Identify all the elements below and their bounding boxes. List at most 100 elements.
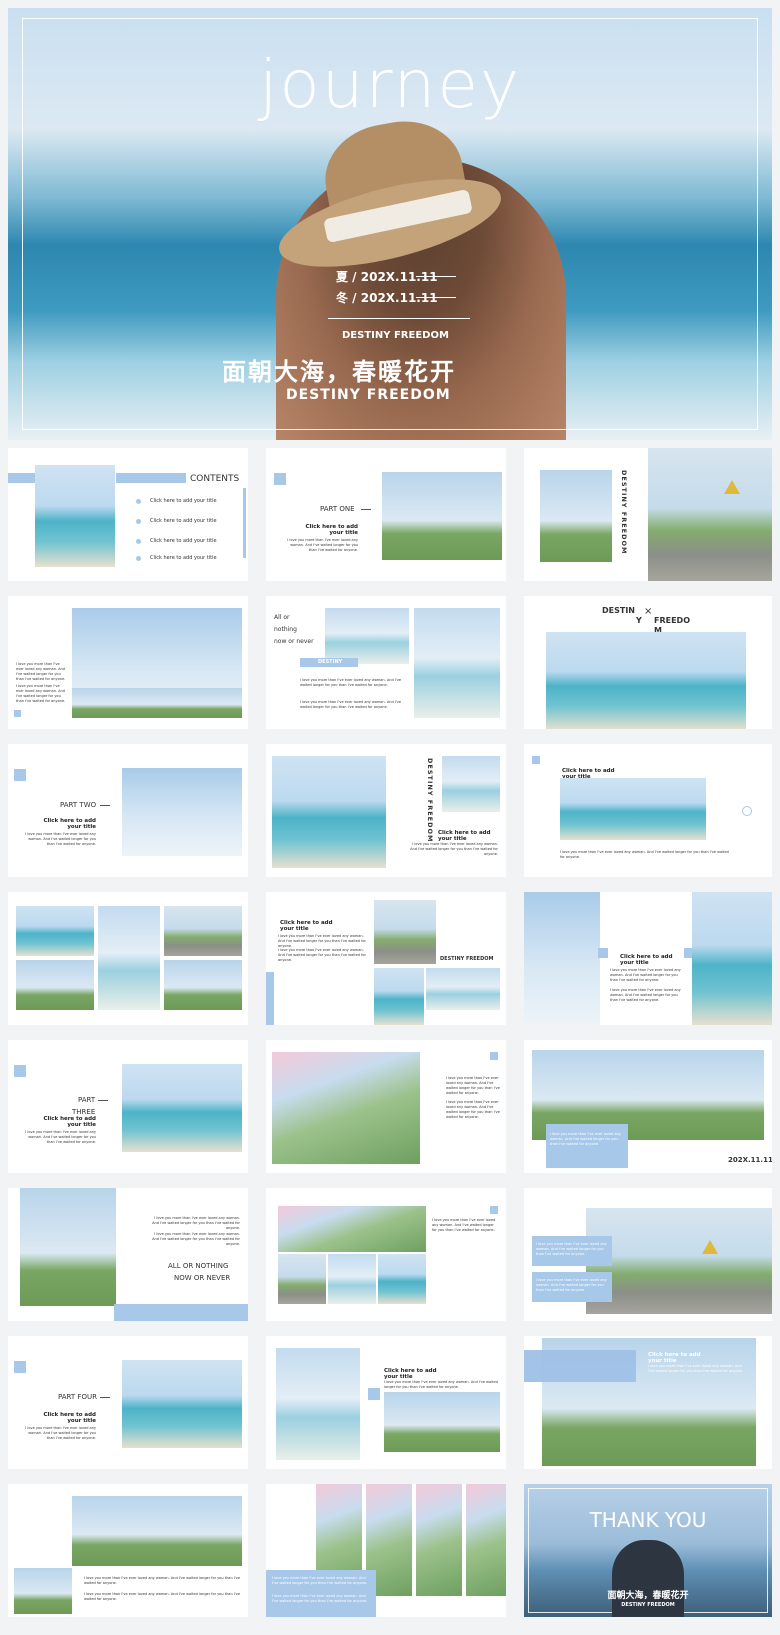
photo-sea-feet: [35, 465, 115, 567]
contents-item[interactable]: Click here to add your title: [150, 518, 217, 525]
phrase-line: nothing: [274, 626, 297, 633]
thank-you-english: DESTINY FREEDOM: [621, 1602, 675, 1608]
slide-part-two: PART TWO Click here to add your title I …: [8, 744, 248, 877]
photo-hill-strip: [416, 1484, 462, 1596]
click-title[interactable]: Click here to add your title: [384, 1368, 444, 1380]
slide-road-boxes: I love you more than I've ever loved any…: [524, 1188, 772, 1321]
arrow-circle-icon[interactable]: [742, 806, 752, 816]
cover-slide: journey 夏 / 202X.11.11 冬 / 202X.11.11 DE…: [8, 8, 772, 440]
photo-road-sign: [648, 448, 772, 581]
photo-open-sea: [272, 756, 386, 868]
accent-square: [490, 1206, 498, 1214]
accent-square: [532, 756, 540, 764]
slide-contents: CONTENTS Click here to add your title Cl…: [8, 448, 248, 581]
slide-gallery: [8, 892, 248, 1025]
slide-part-three: PART THREE Click here to add your title …: [8, 1040, 248, 1173]
body-text: I love you more than I've ever loved any…: [432, 1218, 496, 1232]
body-text: I love you more than I've ever loved any…: [446, 1076, 500, 1095]
slide-date: 202X.11.11: [728, 1156, 772, 1164]
photo-hill-strip: [466, 1484, 506, 1596]
slide-collage-row: I love you more than I've ever loved any…: [266, 1188, 506, 1321]
cover-subtitle: DESTINY FREEDOM: [342, 330, 449, 341]
body-text: I love you more than I've ever loved any…: [648, 1364, 744, 1373]
photo-street: [122, 768, 242, 856]
click-title[interactable]: Click here to add your title: [304, 524, 358, 536]
photo-grass-house: [384, 1392, 500, 1452]
click-title[interactable]: Click here to add your title: [42, 1116, 96, 1128]
slide-part-four: PART FOUR Click here to add your title I…: [8, 1336, 248, 1469]
body-text: I love you more than I've ever loved any…: [560, 850, 729, 859]
body-text: I love you more than I've ever loved any…: [287, 538, 358, 552]
accent-bar: [266, 972, 274, 1025]
photo-person-shore: [98, 906, 160, 1010]
accent-bar: [8, 473, 36, 483]
destiny-text-end: Y: [636, 616, 642, 625]
body-text: I love you more than I've ever loved any…: [25, 1130, 96, 1144]
thank-you-title: THANK YOU: [589, 1508, 707, 1532]
phrase-line: NOW OR NEVER: [174, 1274, 231, 1282]
photo-shore: [328, 1254, 376, 1304]
click-title[interactable]: Click here to add your title: [42, 1412, 96, 1424]
title-dash: [361, 509, 371, 510]
contents-item[interactable]: Click here to add your title: [150, 538, 217, 545]
bullet-icon: [136, 519, 141, 524]
photo-grass-wide: [72, 1496, 242, 1566]
date-line: [416, 276, 456, 277]
contents-item[interactable]: Click here to add your title: [150, 555, 217, 562]
photo-reeds-small: [14, 1568, 72, 1614]
accent-box: [524, 1350, 636, 1382]
slide-hill-strips: I love you more than I've ever loved any…: [266, 1484, 506, 1617]
click-title[interactable]: Click here to add your title: [438, 830, 498, 842]
body-text: I love you more than I've ever loved any…: [278, 934, 366, 948]
date-line: [416, 297, 456, 298]
phrase-line: All or: [274, 614, 290, 621]
body-text: I love you more than I've ever loved any…: [278, 948, 366, 962]
slide-sky: I love you more than I've ever loved any…: [8, 596, 248, 729]
photo-grass-house: [382, 472, 502, 560]
photo-calm-sea: [122, 1360, 242, 1448]
thank-you-chinese: 面朝大海，春暖花开: [607, 1591, 689, 1601]
photo-tropical-beach: [546, 632, 746, 729]
click-title[interactable]: Click here to add your title: [648, 1352, 708, 1364]
title-dash: [100, 805, 110, 806]
freedom-text: FREEDO: [654, 616, 690, 625]
accent-bar: [116, 473, 186, 483]
slide-part-one: PART ONE Click here to add your title I …: [266, 448, 506, 581]
body-text: I love you more than I've ever loved any…: [384, 1380, 498, 1389]
contents-item[interactable]: Click here to add your title: [150, 498, 217, 505]
bullet-icon: [136, 539, 141, 544]
phrase-line: ALL OR NOTHING: [168, 1262, 229, 1270]
click-title[interactable]: Click here to add your title: [620, 954, 680, 966]
photo-road: [278, 1254, 326, 1304]
photo-road-sign: [374, 900, 436, 964]
slide-destiny-collage: Click here to add your title I love you …: [266, 892, 506, 1025]
body-text: I love you more than I've ever loved any…: [16, 684, 66, 703]
destiny-label: DESTINY FREEDOM: [440, 956, 494, 962]
accent-square: [274, 473, 286, 485]
body-text: I love you more than I've ever loved any…: [152, 1232, 240, 1246]
body-text: I love you more than I've ever loved any…: [536, 1242, 607, 1256]
slide-overlap-box: Click here to add your title I love you …: [524, 1336, 772, 1469]
click-title[interactable]: Click here to add your title: [42, 818, 96, 830]
slide-green-hill: I love you more than I've ever loved any…: [266, 1040, 506, 1173]
photo-driftwood: [16, 906, 94, 956]
body-text: I love you more than I've ever loved any…: [16, 662, 66, 681]
click-title[interactable]: Click here to add your title: [280, 920, 340, 932]
bullet-icon: [136, 499, 141, 504]
photo-sea-feet: [374, 968, 424, 1025]
body-text: I love you more than I've ever loved any…: [272, 1576, 368, 1585]
part-four-title: PART FOUR: [58, 1393, 97, 1401]
phrase-line: now or never: [274, 638, 314, 645]
body-text: I love you more than I've ever loved any…: [25, 1426, 96, 1440]
slide-all-or-nothing-2: I love you more than I've ever loved any…: [8, 1188, 248, 1321]
slide-destiny-vertical: DESTINY FREEDOM: [524, 448, 772, 581]
photo-road-sign: [586, 1208, 772, 1314]
photo-reeds-sea: [16, 960, 94, 1010]
accent-square: [14, 710, 21, 717]
body-text: I love you more than I've ever loved any…: [84, 1576, 240, 1585]
slide-destiny-x-freedom: DESTIN Y × FREEDO M: [524, 596, 772, 729]
cover-title: journey: [258, 46, 521, 123]
photo-shore: [426, 968, 500, 1010]
accent-square: [14, 1361, 26, 1373]
slide-thank-you: THANK YOU 面朝大海，春暖花开 DESTINY FREEDOM: [524, 1484, 772, 1617]
